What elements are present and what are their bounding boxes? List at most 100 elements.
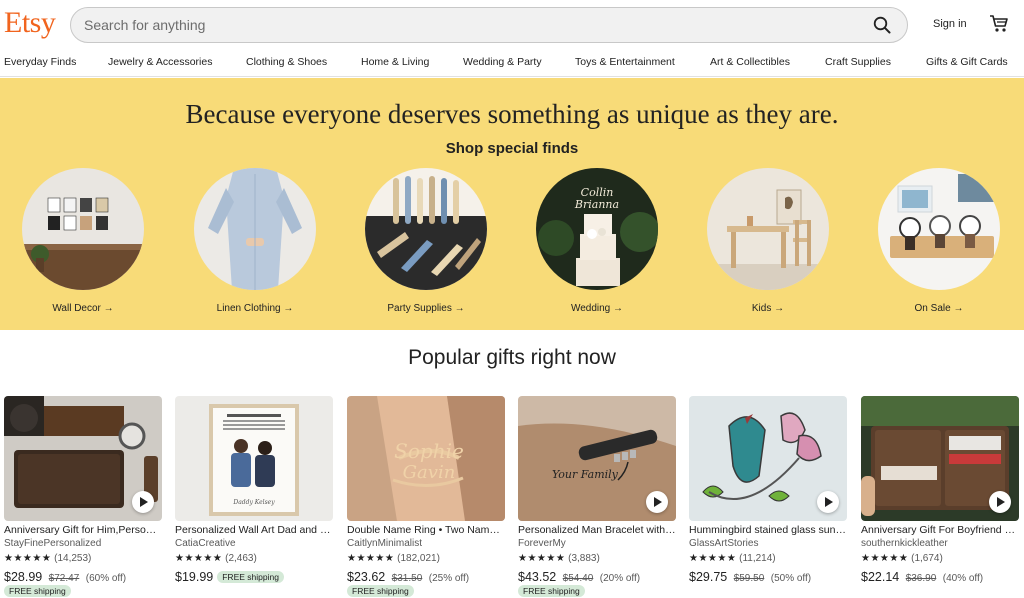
banner-subtitle: Shop special finds	[445, 140, 579, 157]
nav-item-gifts[interactable]: Gifts & Gift Cards	[926, 56, 1008, 68]
price-row: $19.99 FREE shipping	[175, 568, 284, 586]
category-label: Linen Clothing →	[216, 303, 294, 314]
product-title[interactable]: Hummingbird stained glass suncatcher	[689, 524, 847, 536]
review-count: (182,021)	[397, 553, 440, 564]
nav-item-art[interactable]: Art & Collectibles	[710, 56, 790, 68]
product-image[interactable]: Your Family	[518, 396, 676, 521]
price-row: $23.62 $31.50 (25% off)	[347, 568, 469, 586]
cart-icon[interactable]	[989, 14, 1009, 34]
shop-name[interactable]: CaitlynMinimalist	[347, 538, 422, 549]
party-supplies-image	[365, 168, 487, 290]
shop-name[interactable]: southernkickleather	[861, 538, 948, 549]
product-card[interactable]: Sophie Gavin Double Name Ring • Two Name…	[347, 396, 505, 598]
linen-clothing-image	[194, 168, 316, 290]
product-rating: ★★★★★ (14,253)	[4, 553, 91, 564]
discount: (20% off)	[599, 573, 641, 584]
category-label: Kids →	[751, 303, 785, 314]
product-rating: ★★★★★ (182,021)	[347, 553, 440, 564]
banner-title: Because everyone deserves something as u…	[185, 99, 839, 129]
discount: (50% off)	[770, 573, 812, 584]
shop-name[interactable]: CatiaCreative	[175, 538, 236, 549]
nav-item-toys[interactable]: Toys & Entertainment	[575, 56, 675, 68]
category-party-supplies[interactable]: Party Supplies →	[364, 168, 488, 314]
play-video-icon[interactable]	[646, 491, 668, 513]
shop-name[interactable]: ForeverMy	[518, 538, 566, 549]
product-card[interactable]: Your Family Personalized Man Bracelet wi…	[518, 396, 676, 598]
shop-name[interactable]: GlassArtStories	[689, 538, 758, 549]
arrow-right-icon: →	[454, 303, 465, 314]
product-image[interactable]	[689, 396, 847, 521]
star-rating-icon: ★★★★★	[518, 553, 566, 564]
review-count: (2,463)	[225, 553, 257, 564]
nav-item-craft[interactable]: Craft Supplies	[825, 56, 891, 68]
original-price: $36.90	[905, 573, 937, 584]
product-image[interactable]	[4, 396, 162, 521]
category-label: Wall Decor →	[52, 303, 114, 314]
star-rating-icon: ★★★★★	[4, 553, 52, 564]
category-wall-decor[interactable]: Wall Decor →	[21, 168, 145, 314]
category-kids[interactable]: Kids →	[706, 168, 830, 314]
shop-name[interactable]: StayFinePersonalized	[4, 538, 101, 549]
sale-price: $22.14	[861, 570, 900, 584]
hero-banner: Because everyone deserves something as u…	[0, 78, 1024, 330]
star-rating-icon: ★★★★★	[689, 553, 737, 564]
nav-item-jewelry[interactable]: Jewelry & Accessories	[108, 56, 212, 68]
search-icon[interactable]	[873, 16, 891, 34]
product-title[interactable]: Double Name Ring • Two Name Ring	[347, 524, 505, 536]
nav-item-wedding[interactable]: Wedding & Party	[463, 56, 542, 68]
play-video-icon[interactable]	[817, 491, 839, 513]
discount: (25% off)	[428, 573, 470, 584]
etsy-logo[interactable]: Etsy	[4, 6, 56, 40]
play-video-icon[interactable]	[132, 491, 154, 513]
product-title[interactable]: Personalized Wall Art Dad and Daughter	[175, 524, 333, 536]
category-wedding[interactable]: Collin Brianna Wedding →	[535, 168, 659, 314]
product-title[interactable]: Anniversary Gift for Him,Personalized Wa…	[4, 524, 162, 536]
arrow-right-icon: →	[774, 303, 785, 314]
svg-text:Sophie: Sophie	[394, 439, 464, 463]
discount: (60% off)	[85, 573, 127, 584]
product-rating: ★★★★★ (1,674)	[861, 553, 943, 564]
nav-item-clothing[interactable]: Clothing & Shoes	[246, 56, 327, 68]
svg-text:Gavin: Gavin	[403, 462, 456, 483]
sale-price: $23.62	[347, 570, 386, 584]
nav-item-everyday-finds[interactable]: Everyday Finds	[4, 56, 76, 68]
original-price: $54.40	[562, 573, 594, 584]
product-image[interactable]: Daddy Kelsey	[175, 396, 333, 521]
search-input[interactable]	[84, 8, 844, 41]
wedding-image: Collin Brianna	[536, 168, 658, 290]
product-image[interactable]	[861, 396, 1019, 521]
svg-text:Your Family: Your Family	[552, 468, 619, 481]
nav-item-home[interactable]: Home & Living	[361, 56, 429, 68]
play-video-icon[interactable]	[989, 491, 1011, 513]
svg-text:Brianna: Brianna	[574, 198, 619, 211]
arrow-right-icon: →	[103, 303, 114, 314]
product-rating: ★★★★★ (3,883)	[518, 553, 600, 564]
category-nav: Everyday Finds Jewelry & Accessories Clo…	[0, 50, 1024, 77]
kids-image	[707, 168, 829, 290]
category-on-sale[interactable]: On Sale →	[877, 168, 1001, 314]
sale-price: $29.75	[689, 570, 728, 584]
product-card[interactable]: Anniversary Gift For Boyfriend Wallet so…	[861, 396, 1019, 598]
product-rating: ★★★★★ (11,214)	[689, 553, 776, 564]
sign-in-link[interactable]: Sign in	[933, 18, 967, 30]
product-title[interactable]: Personalized Man Bracelet with Beads	[518, 524, 676, 536]
on-sale-image	[878, 168, 1000, 290]
star-rating-icon: ★★★★★	[861, 553, 909, 564]
original-price: $59.50	[733, 573, 765, 584]
category-linen-clothing[interactable]: Linen Clothing →	[193, 168, 317, 314]
product-card[interactable]: Anniversary Gift for Him,Personalized Wa…	[4, 396, 162, 598]
arrow-right-icon: →	[283, 303, 294, 314]
review-count: (3,883)	[568, 553, 600, 564]
review-count: (14,253)	[54, 553, 92, 564]
free-shipping-badge: FREE shipping	[518, 585, 585, 597]
product-card[interactable]: Hummingbird stained glass suncatcher Gla…	[689, 396, 847, 598]
category-label: Party Supplies →	[387, 303, 465, 314]
product-image[interactable]: Sophie Gavin	[347, 396, 505, 521]
search-bar[interactable]	[70, 7, 908, 43]
sale-price: $19.99	[175, 570, 214, 584]
price-row: $29.75 $59.50 (50% off)	[689, 568, 811, 586]
product-title[interactable]: Anniversary Gift For Boyfriend Wallet	[861, 524, 1019, 536]
product-card[interactable]: Daddy Kelsey Personalized Wall Art Dad a…	[175, 396, 333, 598]
star-rating-icon: ★★★★★	[175, 553, 223, 564]
price-row: $28.99 $72.47 (60% off)	[4, 568, 126, 586]
